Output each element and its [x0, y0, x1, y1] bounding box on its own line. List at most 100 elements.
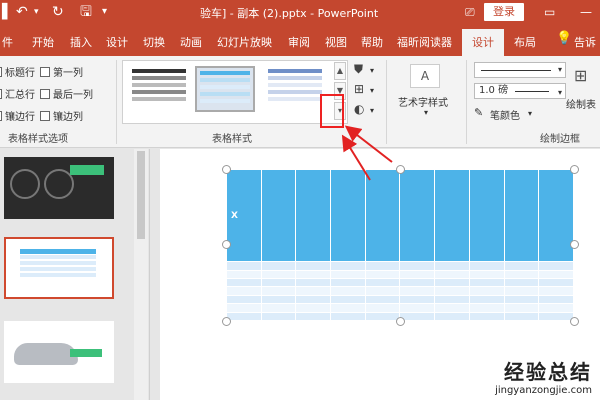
total-row-label: 汇总行 [5, 90, 35, 101]
ribbon-separator [386, 60, 387, 144]
wordart-styles-label[interactable]: 艺术字样式 [398, 94, 448, 109]
header-row-checkbox[interactable] [0, 67, 2, 77]
effects-icon[interactable]: ◐ [354, 102, 364, 116]
tab-transitions[interactable]: 切换 [143, 34, 165, 50]
wordart-quick-styles-icon[interactable]: A [410, 64, 440, 88]
banded-columns-checkbox[interactable] [40, 111, 50, 121]
minimize-icon[interactable]: — [580, 3, 592, 21]
resize-handle-top[interactable] [396, 165, 405, 174]
lightbulb-icon[interactable]: 💡 [556, 31, 572, 46]
resize-handle-bottom-left[interactable] [222, 317, 231, 326]
ribbon-display-icon[interactable]: ▭ [544, 3, 555, 21]
tab-design[interactable]: 设计 [106, 34, 128, 50]
watermark: 经验总结 jingyanzongjie.com [495, 356, 592, 396]
draw-table-icon[interactable]: ⊞ [574, 66, 587, 85]
table-header-cell[interactable] [260, 168, 297, 263]
table-row[interactable] [226, 286, 574, 296]
first-column-option[interactable]: 第一列 [40, 64, 83, 79]
slides-pane-scrollbar[interactable] [134, 149, 148, 400]
table-header-cell[interactable] [399, 168, 436, 263]
group-label-table-style-options: 表格样式选项 [8, 134, 68, 145]
ribbon-panel: 标题行 第一列 汇总行 最后一列 镶边行 镶边列 表格样式选项 ▲ ▼ ▾ 表格… [0, 56, 600, 148]
watermark-url: jingyanzongjie.com [495, 385, 592, 396]
undo-icon[interactable]: ↶ [16, 3, 28, 21]
slide-thumbnail-2-selected[interactable] [4, 237, 114, 299]
tab-review[interactable]: 审阅 [288, 34, 310, 50]
tab-insert[interactable]: 插入 [70, 34, 92, 50]
window-mode-icon[interactable]: ⎚ [465, 3, 475, 21]
slide-thumbnail-3[interactable] [4, 321, 114, 383]
pen-style-dropdown[interactable]: ▾ [474, 62, 566, 78]
table-header-cell[interactable] [468, 168, 505, 263]
shading-icon[interactable]: ⛊ [354, 62, 363, 77]
resize-handle-bottom[interactable] [396, 317, 405, 326]
redo-icon[interactable]: ↻ [52, 3, 64, 21]
last-column-checkbox[interactable] [40, 89, 50, 99]
slide-table[interactable]: X [226, 168, 574, 322]
resize-handle-left[interactable] [222, 240, 231, 249]
table-header-cell[interactable] [538, 168, 574, 263]
tab-tell-me[interactable]: 告诉 [574, 34, 596, 50]
pen-color-icon[interactable]: ✎ [474, 106, 483, 119]
last-column-option[interactable]: 最后一列 [40, 86, 93, 101]
pen-color-label[interactable]: 笔颜色 [490, 107, 520, 122]
tab-help[interactable]: 帮助 [361, 34, 383, 50]
undo-dropdown-icon[interactable]: ▾ [34, 3, 39, 21]
first-column-checkbox[interactable] [40, 67, 50, 77]
table-row[interactable] [226, 303, 574, 313]
table-style-thumb-dark[interactable] [129, 66, 189, 112]
borders-icon[interactable]: ⊞ [354, 82, 364, 96]
banded-rows-option[interactable]: 镶边行 [0, 108, 35, 123]
group-label-table-styles: 表格样式 [212, 134, 252, 145]
total-row-option[interactable]: 汇总行 [0, 86, 35, 101]
tab-home[interactable]: 开始 [32, 34, 54, 50]
shading-dropdown-icon[interactable]: ▾ [370, 66, 374, 75]
car-image [14, 343, 78, 365]
banded-columns-option[interactable]: 镶边列 [40, 108, 83, 123]
table-style-thumb-blue-selected[interactable] [195, 66, 255, 112]
draw-table-label[interactable]: 绘制表 [566, 96, 596, 111]
table-header-cell[interactable]: X [226, 168, 262, 263]
resize-handle-top-right[interactable] [570, 165, 579, 174]
total-row-checkbox[interactable] [0, 89, 2, 99]
resize-handle-right[interactable] [570, 240, 579, 249]
table-header-cell[interactable] [434, 168, 470, 263]
login-button[interactable]: 登录 [484, 3, 524, 21]
slide-thumbnail-1[interactable] [4, 157, 114, 219]
tab-foxit-reader[interactable]: 福昕阅读器 [397, 34, 452, 50]
table-row[interactable] [226, 294, 574, 305]
ribbon-separator [116, 60, 117, 144]
tab-view[interactable]: 视图 [325, 34, 347, 50]
scrollbar-thumb[interactable] [137, 151, 145, 239]
table-style-thumb-medium-blue[interactable] [265, 66, 325, 112]
table-header-cell[interactable] [503, 168, 540, 263]
tab-table-design[interactable]: 设计 [462, 29, 504, 56]
tab-animations[interactable]: 动画 [180, 34, 202, 50]
pen-color-dropdown-icon[interactable]: ▾ [528, 109, 532, 118]
first-column-label: 第一列 [53, 68, 83, 79]
table-row[interactable] [226, 269, 574, 280]
wordart-dropdown-icon[interactable]: ▾ [424, 108, 428, 117]
tab-file[interactable]: 件 [2, 34, 13, 50]
effects-dropdown-icon[interactable]: ▾ [370, 106, 374, 115]
banded-rows-label: 镶边行 [5, 112, 35, 123]
resize-handle-top-left[interactable] [222, 165, 231, 174]
table-header-cell[interactable] [295, 168, 332, 263]
tab-slideshow[interactable]: 幻灯片放映 [217, 34, 272, 50]
save-icon[interactable]: 🖫 [80, 3, 92, 21]
header-row-option[interactable]: 标题行 [0, 64, 35, 79]
pen-weight-value: 1.0 磅 [479, 85, 509, 96]
pen-weight-dropdown[interactable]: 1.0 磅 ▾ [474, 83, 566, 99]
slides-pane [0, 149, 150, 400]
table-header-cell[interactable] [330, 168, 366, 263]
resize-handle-bottom-right[interactable] [570, 317, 579, 326]
customize-qat-icon[interactable]: ▾ [102, 3, 107, 21]
table-row[interactable] [226, 261, 574, 271]
gallery-scroll-up-button[interactable]: ▲ [334, 62, 346, 80]
tab-table-layout[interactable]: 布局 [514, 34, 536, 50]
ribbon-tabs: 件 开始 插入 设计 切换 动画 幻灯片放映 审阅 视图 帮助 福昕阅读器 设计… [0, 26, 600, 56]
table-row[interactable] [226, 277, 574, 288]
banded-rows-checkbox[interactable] [0, 111, 2, 121]
borders-dropdown-icon[interactable]: ▾ [370, 86, 374, 95]
table-header-cell[interactable] [364, 168, 401, 263]
